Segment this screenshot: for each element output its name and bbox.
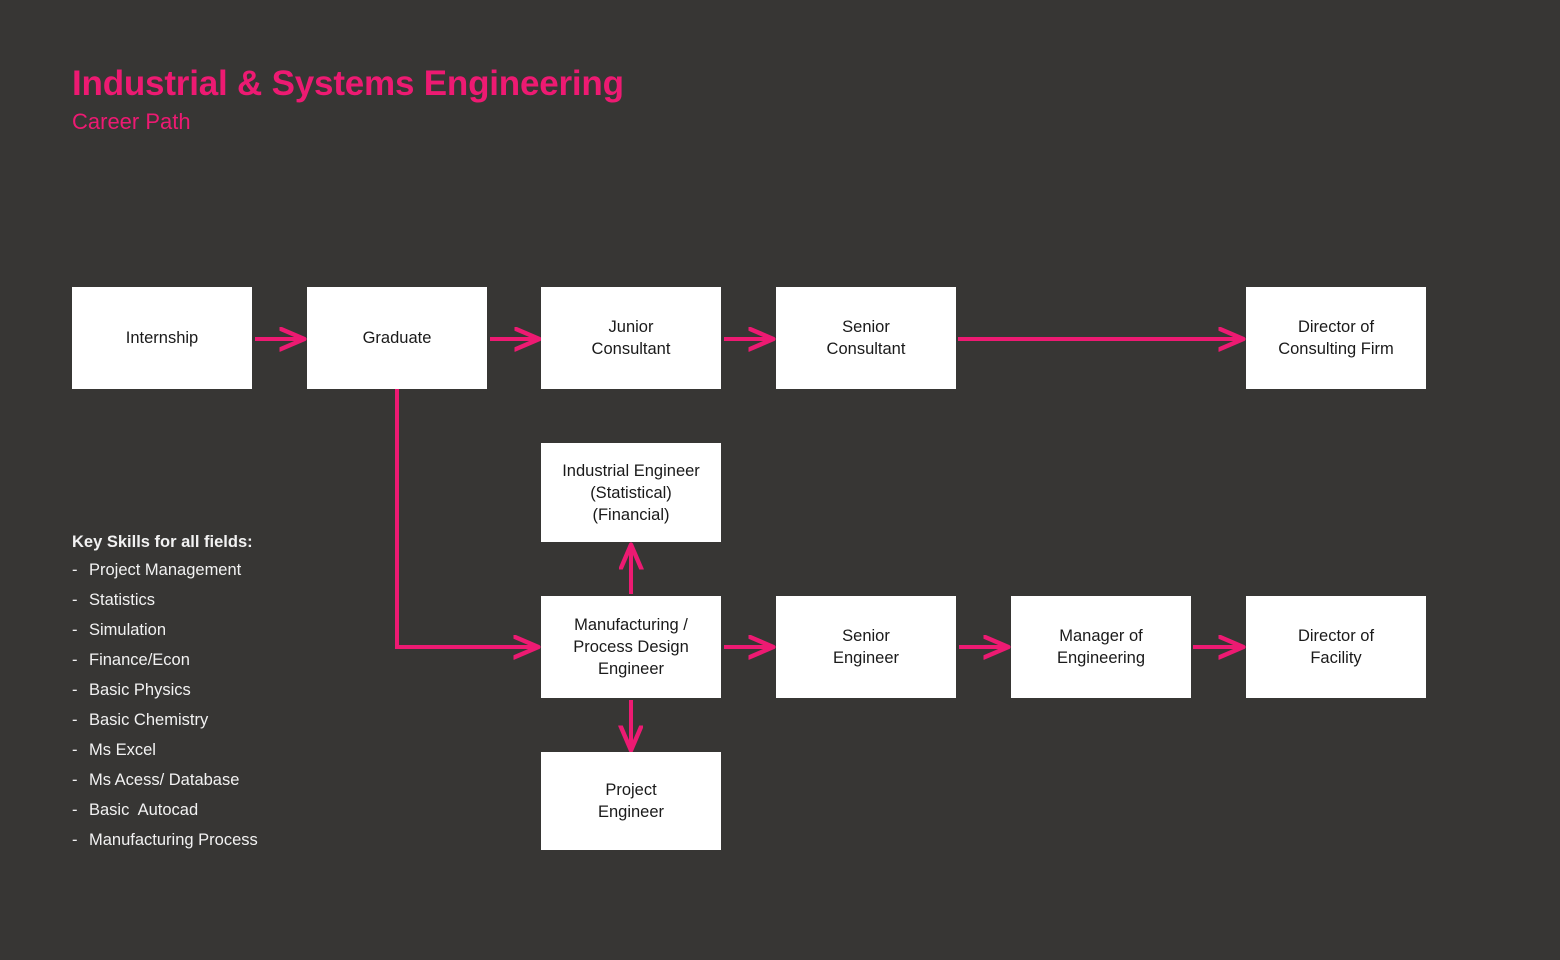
key-skill-label: Ms Acess/ Database (89, 771, 240, 789)
key-skill-label: Finance/Econ (89, 651, 190, 669)
key-skill-label: Simulation (89, 621, 167, 639)
node-industrial-engineer[interactable]: Industrial Engineer (Statistical) (Finan… (541, 443, 721, 542)
bullet-dash-icon: - (72, 711, 78, 729)
node-director-of-facility[interactable]: Director of Facility (1246, 596, 1426, 698)
page-title: Industrial & Systems Engineering (72, 64, 624, 103)
node-manufacturing-process-design-engineer-label: Manufacturing / Process Design Engineer (573, 616, 689, 678)
page-header: Industrial & Systems Engineering Career … (72, 62, 624, 136)
key-skill-item: - Statistics (72, 591, 402, 621)
node-director-consulting-firm[interactable]: Director of Consulting Firm (1246, 287, 1426, 389)
node-graduate[interactable]: Graduate (307, 287, 487, 389)
key-skill-item: - Simulation (72, 621, 402, 651)
key-skill-label: Statistics (89, 591, 156, 609)
key-skills-list: - Project Management - Statistics - Simulatio… (72, 561, 402, 861)
key-skill-item: - Basic Autocad (72, 801, 402, 831)
node-project-engineer-label: Project Engineer (597, 781, 665, 821)
key-skills-heading: Key Skills for all fields: (72, 533, 253, 551)
bullet-dash-icon: - (72, 591, 78, 609)
key-skill-label: Basic Physics (89, 681, 191, 699)
node-senior-consultant-label: Senior Consultant (826, 318, 906, 358)
key-skill-label: Project Management (89, 561, 242, 579)
key-skill-item: - Project Management (72, 561, 402, 591)
node-senior-engineer-label: Senior Engineer (832, 627, 900, 667)
key-skill-item: - Finance/Econ (72, 651, 402, 681)
node-junior-consultant-label: Junior Consultant (591, 318, 671, 358)
node-director-consulting-firm-label: Director of Consulting Firm (1278, 318, 1394, 358)
node-manager-of-engineering[interactable]: Manager of Engineering (1011, 596, 1191, 698)
key-skill-item: - Ms Excel (72, 741, 402, 771)
key-skill-item: - Basic Chemistry (72, 711, 402, 741)
key-skill-label: Ms Excel (89, 741, 156, 759)
bullet-dash-icon: - (72, 831, 78, 849)
bullet-dash-icon: - (72, 801, 78, 819)
edge-graduate-to-manufacturing (395, 387, 536, 647)
key-skill-item: - Basic Physics (72, 681, 402, 711)
node-director-of-facility-label: Director of Facility (1297, 627, 1375, 667)
key-skill-label: Manufacturing Process (89, 831, 258, 849)
bullet-dash-icon: - (72, 771, 78, 789)
node-industrial-engineer-label: Industrial Engineer (Statistical) (Finan… (562, 461, 700, 524)
diagram-canvas: Industrial & Systems Engineering Career … (0, 0, 1560, 960)
page-subtitle: Career Path (72, 109, 191, 134)
node-internship-label: Internship (125, 329, 199, 347)
bullet-dash-icon: - (72, 621, 78, 639)
bullet-dash-icon: - (72, 741, 78, 759)
node-graduate-label: Graduate (362, 329, 432, 347)
bullet-dash-icon: - (72, 681, 78, 699)
key-skill-item: - Ms Acess/ Database (72, 771, 402, 801)
node-senior-consultant[interactable]: Senior Consultant (776, 287, 956, 389)
key-skill-item: - Manufacturing Process (72, 831, 402, 861)
bullet-dash-icon: - (72, 561, 78, 579)
bullet-dash-icon: - (72, 651, 78, 669)
node-junior-consultant[interactable]: Junior Consultant (541, 287, 721, 389)
node-manufacturing-process-design-engineer[interactable]: Manufacturing / Process Design Engineer (541, 596, 721, 698)
key-skills-panel: Key Skills for all fields: - Project Mana… (72, 531, 402, 861)
node-senior-engineer[interactable]: Senior Engineer (776, 596, 956, 698)
key-skill-label: Basic Autocad (89, 801, 199, 819)
node-manager-of-engineering-label: Manager of Engineering (1056, 627, 1146, 667)
node-project-engineer[interactable]: Project Engineer (541, 752, 721, 850)
key-skill-label: Basic Chemistry (89, 711, 209, 729)
node-internship[interactable]: Internship (72, 287, 252, 389)
